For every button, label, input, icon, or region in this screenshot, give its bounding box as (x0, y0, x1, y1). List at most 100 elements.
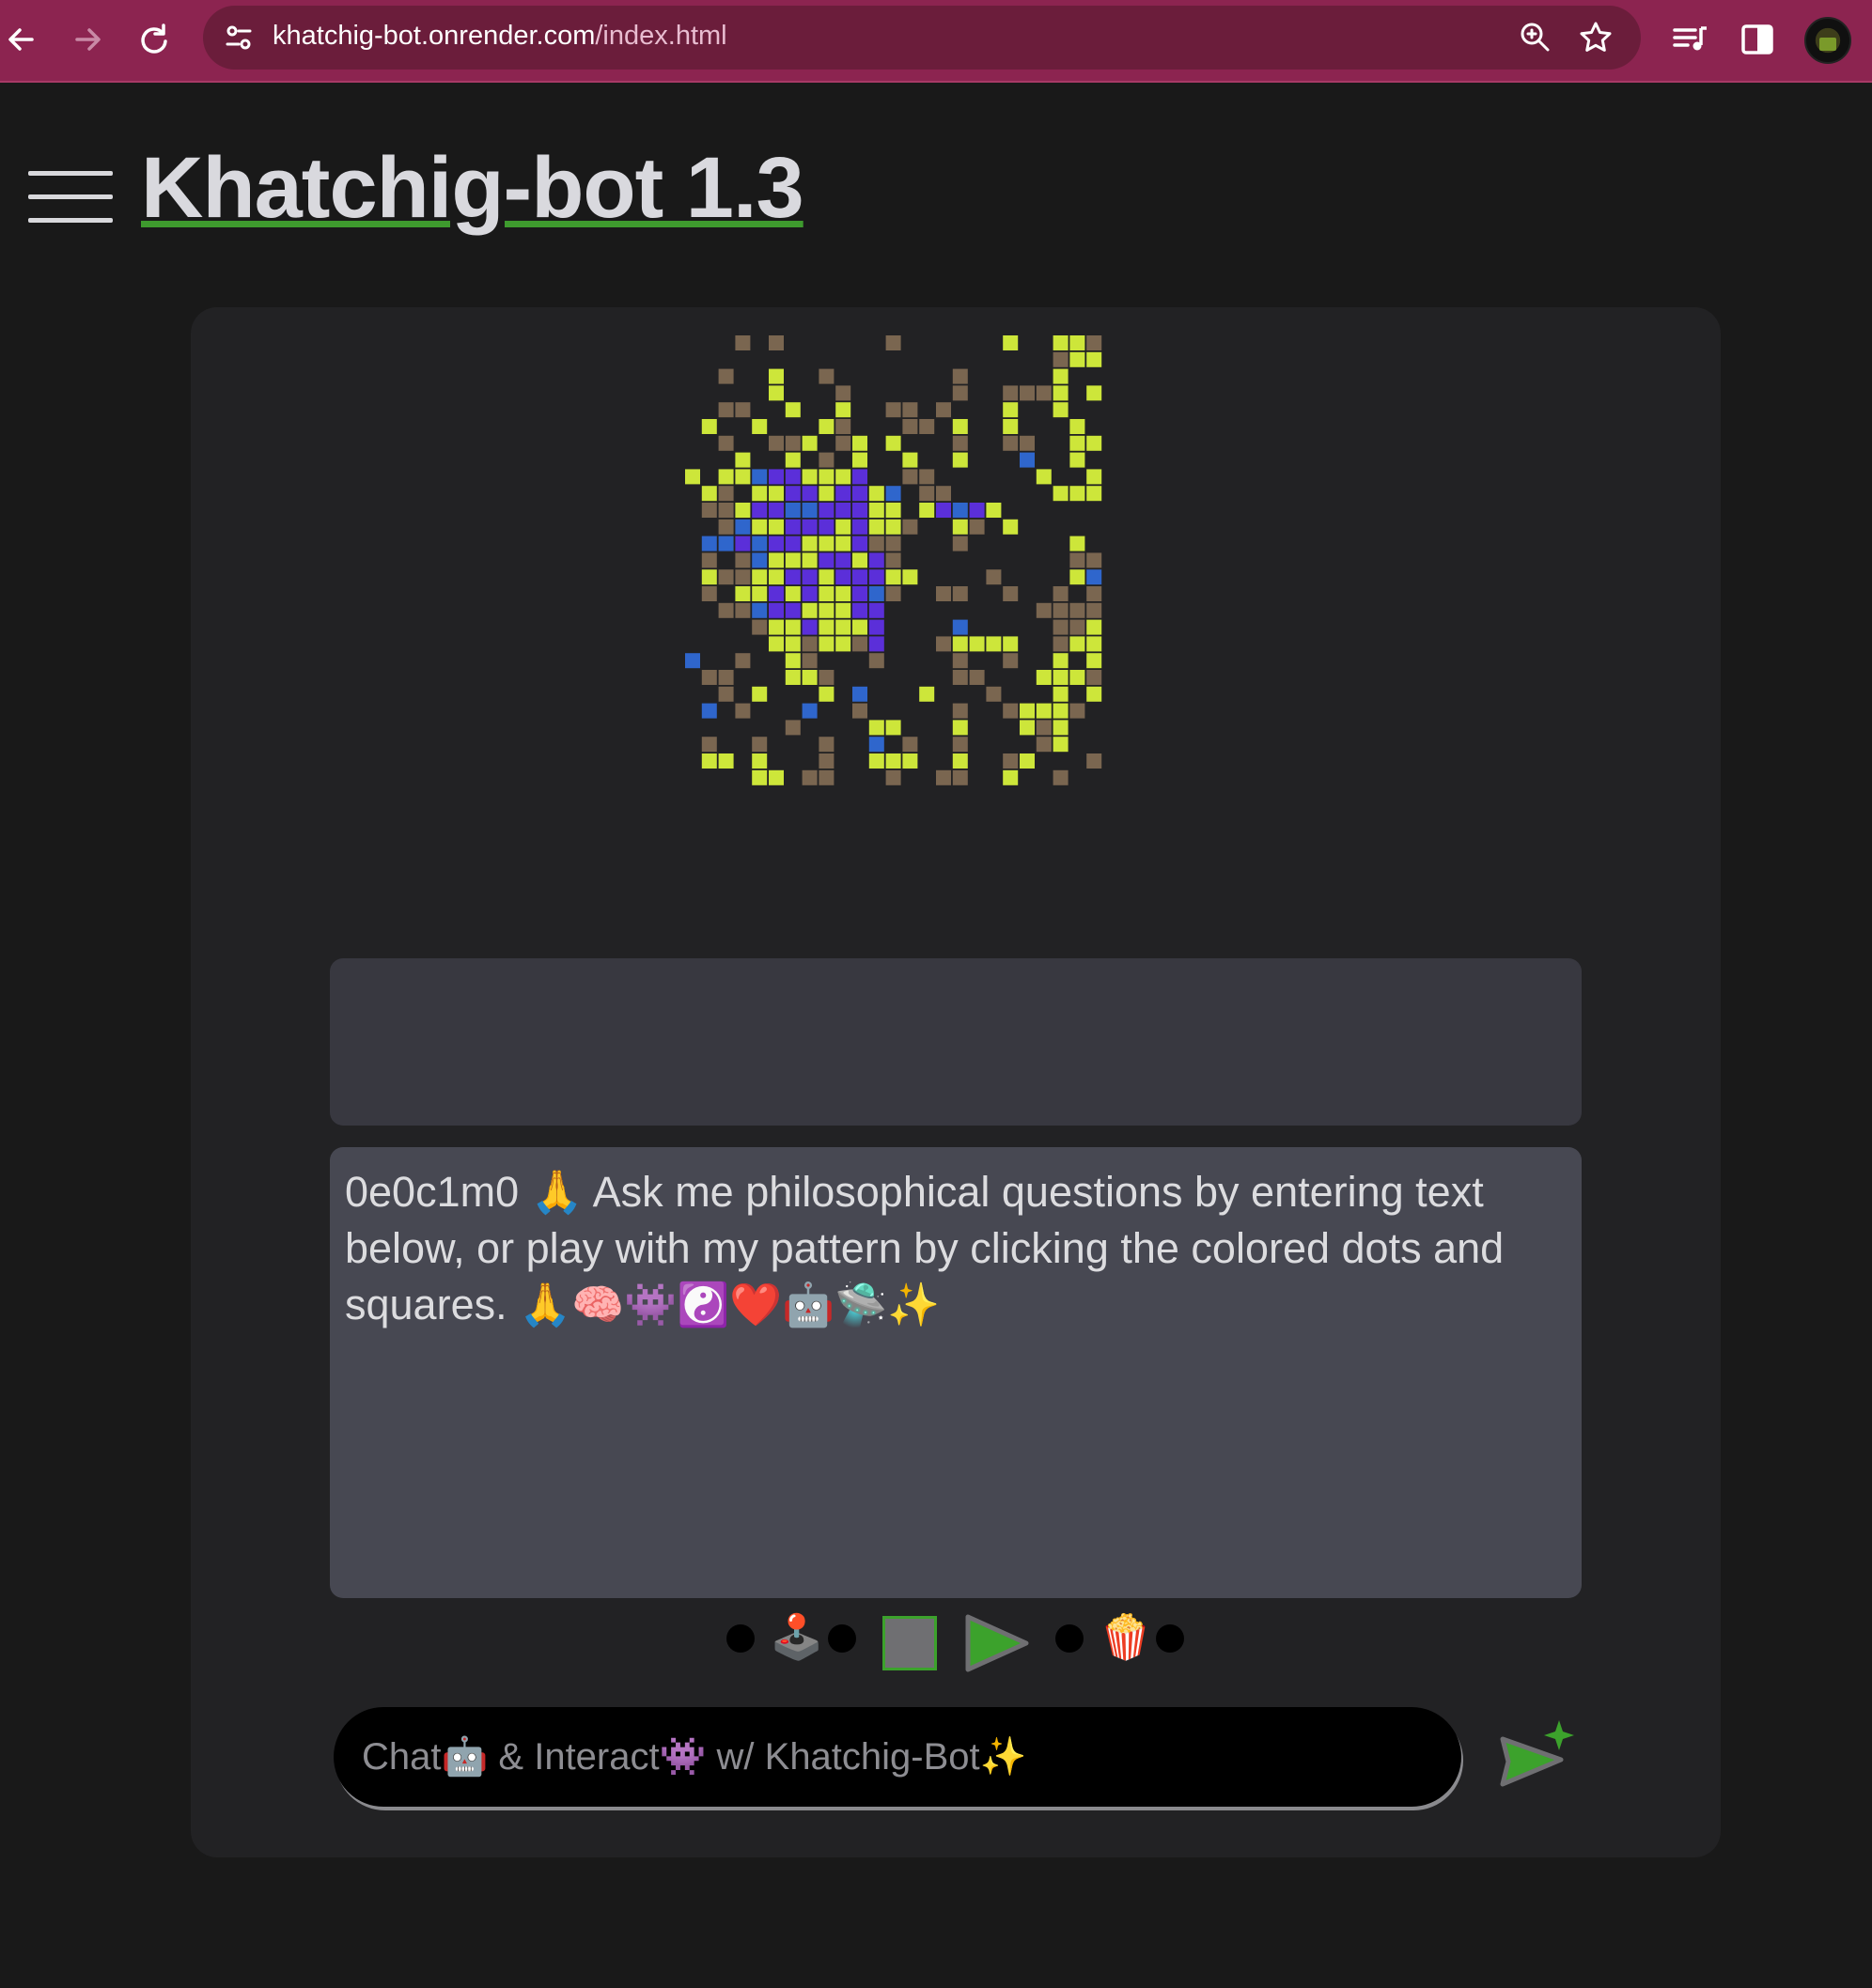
pattern-square[interactable] (1020, 720, 1035, 736)
pattern-square[interactable] (1069, 569, 1085, 585)
pattern-square[interactable] (819, 586, 835, 601)
back-arrow-icon[interactable] (0, 17, 45, 62)
pattern-square[interactable] (785, 552, 801, 568)
bookmark-star-icon[interactable] (1577, 19, 1615, 56)
joystick-icon[interactable]: 🕹️ (770, 1613, 823, 1660)
pattern-square[interactable] (1069, 452, 1085, 468)
pattern-square[interactable] (752, 503, 768, 518)
pattern-square[interactable] (852, 469, 867, 485)
pattern-square[interactable] (919, 419, 935, 434)
pattern-square[interactable] (1053, 335, 1069, 350)
pattern-square[interactable] (868, 519, 884, 535)
pattern-square[interactable] (1086, 636, 1102, 652)
pattern-square[interactable] (752, 536, 768, 551)
pattern-square[interactable] (769, 335, 784, 350)
pattern-square[interactable] (885, 569, 901, 585)
pattern-square[interactable] (769, 569, 784, 585)
pattern-square[interactable] (785, 670, 801, 685)
pattern-square[interactable] (986, 636, 1002, 652)
pattern-square[interactable] (802, 703, 818, 719)
pattern-square[interactable] (1020, 452, 1035, 468)
pattern-square[interactable] (936, 402, 951, 418)
pattern-square[interactable] (785, 435, 801, 451)
pattern-square[interactable] (785, 536, 801, 551)
pattern-square[interactable] (885, 335, 901, 350)
pattern-square[interactable] (952, 368, 968, 384)
popcorn-icon[interactable]: 🍿 (1099, 1613, 1152, 1660)
pattern-square[interactable] (718, 435, 734, 451)
pattern-square[interactable] (769, 619, 784, 635)
pattern-square[interactable] (769, 636, 784, 652)
reload-icon[interactable] (132, 17, 177, 62)
pattern-square[interactable] (1069, 636, 1085, 652)
pattern-square[interactable] (952, 536, 968, 551)
pattern-square[interactable] (819, 419, 835, 434)
pattern-square[interactable] (1003, 519, 1019, 535)
pattern-square[interactable] (969, 519, 985, 535)
pattern-square[interactable] (752, 753, 768, 769)
pattern-square[interactable] (852, 569, 867, 585)
pattern-square[interactable] (1086, 435, 1102, 451)
pattern-square[interactable] (701, 703, 717, 719)
site-settings-icon[interactable] (220, 19, 257, 56)
pattern-square[interactable] (785, 619, 801, 635)
pattern-square[interactable] (752, 519, 768, 535)
pattern-square[interactable] (1086, 552, 1102, 568)
pattern-square[interactable] (718, 503, 734, 518)
hamburger-menu-icon[interactable] (28, 171, 113, 224)
pattern-square[interactable] (919, 469, 935, 485)
pattern-square[interactable] (785, 720, 801, 736)
pattern-square[interactable] (701, 486, 717, 502)
pattern-square[interactable] (852, 602, 867, 618)
pattern-square[interactable] (1053, 385, 1069, 401)
pattern-square[interactable] (936, 636, 951, 652)
pattern-square[interactable] (752, 469, 768, 485)
pattern-square[interactable] (1086, 670, 1102, 685)
pattern-square[interactable] (952, 452, 968, 468)
pattern-square[interactable] (936, 503, 951, 518)
pattern-square[interactable] (952, 385, 968, 401)
pattern-square[interactable] (936, 586, 951, 601)
pattern-square[interactable] (1069, 435, 1085, 451)
pattern-square[interactable] (852, 703, 867, 719)
pattern-square[interactable] (769, 486, 784, 502)
pattern-square[interactable] (819, 519, 835, 535)
pattern-square[interactable] (735, 519, 751, 535)
pattern-square[interactable] (852, 619, 867, 635)
pattern-square[interactable] (952, 435, 968, 451)
pattern-square[interactable] (785, 503, 801, 518)
pattern-square[interactable] (785, 402, 801, 418)
pattern-square[interactable] (1003, 419, 1019, 434)
pattern-square[interactable] (1053, 703, 1069, 719)
pattern-square[interactable] (952, 670, 968, 685)
pattern-square[interactable] (785, 586, 801, 601)
stop-button[interactable] (882, 1616, 937, 1670)
pattern-square[interactable] (969, 636, 985, 652)
pattern-square[interactable] (752, 737, 768, 753)
pattern-square[interactable] (1003, 435, 1019, 451)
pattern-square[interactable] (718, 368, 734, 384)
pattern-square[interactable] (952, 636, 968, 652)
pattern-square[interactable] (885, 552, 901, 568)
pattern-square[interactable] (718, 469, 734, 485)
pattern-square[interactable] (819, 636, 835, 652)
pattern-square[interactable] (1053, 351, 1069, 367)
pattern-square[interactable] (835, 519, 851, 535)
pattern-square[interactable] (852, 503, 867, 518)
pattern-square[interactable] (769, 586, 784, 601)
pattern-square[interactable] (952, 769, 968, 785)
pattern-square[interactable] (1020, 703, 1035, 719)
pattern-square[interactable] (718, 402, 734, 418)
pattern-square[interactable] (1069, 351, 1085, 367)
pattern-square[interactable] (819, 769, 835, 785)
pattern-square[interactable] (785, 653, 801, 669)
pattern-square[interactable] (1036, 720, 1052, 736)
pattern-square[interactable] (819, 569, 835, 585)
pattern-square[interactable] (852, 586, 867, 601)
pattern-square[interactable] (936, 769, 951, 785)
pattern-square[interactable] (1053, 619, 1069, 635)
pattern-square[interactable] (969, 670, 985, 685)
pattern-square[interactable] (852, 552, 867, 568)
pattern-square[interactable] (701, 670, 717, 685)
pattern-square[interactable] (885, 769, 901, 785)
